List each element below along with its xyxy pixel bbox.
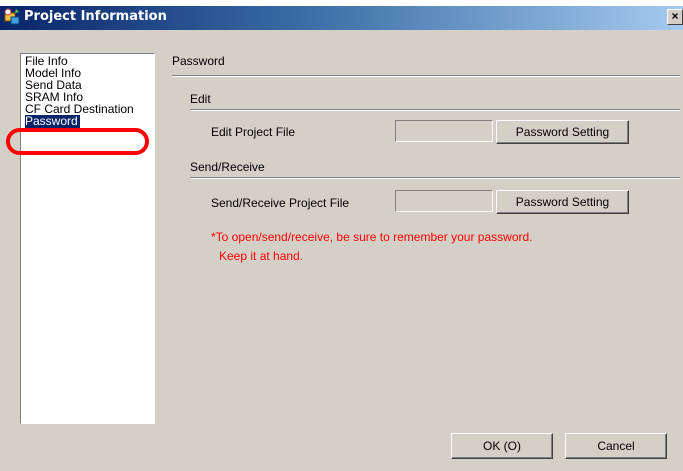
close-icon: × xyxy=(671,9,679,23)
send-receive-password-setting-button[interactable]: Password Setting xyxy=(496,190,629,214)
divider xyxy=(190,109,680,111)
ok-button[interactable]: OK (O) xyxy=(451,433,553,459)
divider xyxy=(172,75,680,77)
password-warning-note-2: Keep it at hand. xyxy=(219,249,304,263)
category-list[interactable]: File Info Model Info Send Data SRAM Info… xyxy=(20,53,155,424)
edit-project-file-label: Edit Project File xyxy=(211,125,296,139)
edit-password-setting-button[interactable]: Password Setting xyxy=(496,120,629,144)
project-information-dialog: Project Information × File Info Model In… xyxy=(0,0,683,471)
send-receive-project-file-label: Send/Receive Project File xyxy=(211,196,350,210)
edit-heading: Edit xyxy=(190,92,211,106)
password-warning-note: *To open/send/receive, be sure to rememb… xyxy=(211,230,533,244)
close-button[interactable]: × xyxy=(667,9,683,25)
edit-password-field[interactable] xyxy=(395,120,493,142)
highlight-annotation xyxy=(6,128,149,155)
send-receive-heading: Send/Receive xyxy=(190,160,265,174)
send-receive-password-field[interactable] xyxy=(395,190,493,212)
title-bar[interactable]: Project Information × xyxy=(0,6,683,30)
list-item-password[interactable]: Password xyxy=(25,115,80,128)
window-title: Project Information xyxy=(24,9,167,24)
cancel-button[interactable]: Cancel xyxy=(565,433,667,459)
panel-title: Password xyxy=(172,54,225,68)
divider xyxy=(190,177,680,179)
app-icon xyxy=(4,8,20,25)
